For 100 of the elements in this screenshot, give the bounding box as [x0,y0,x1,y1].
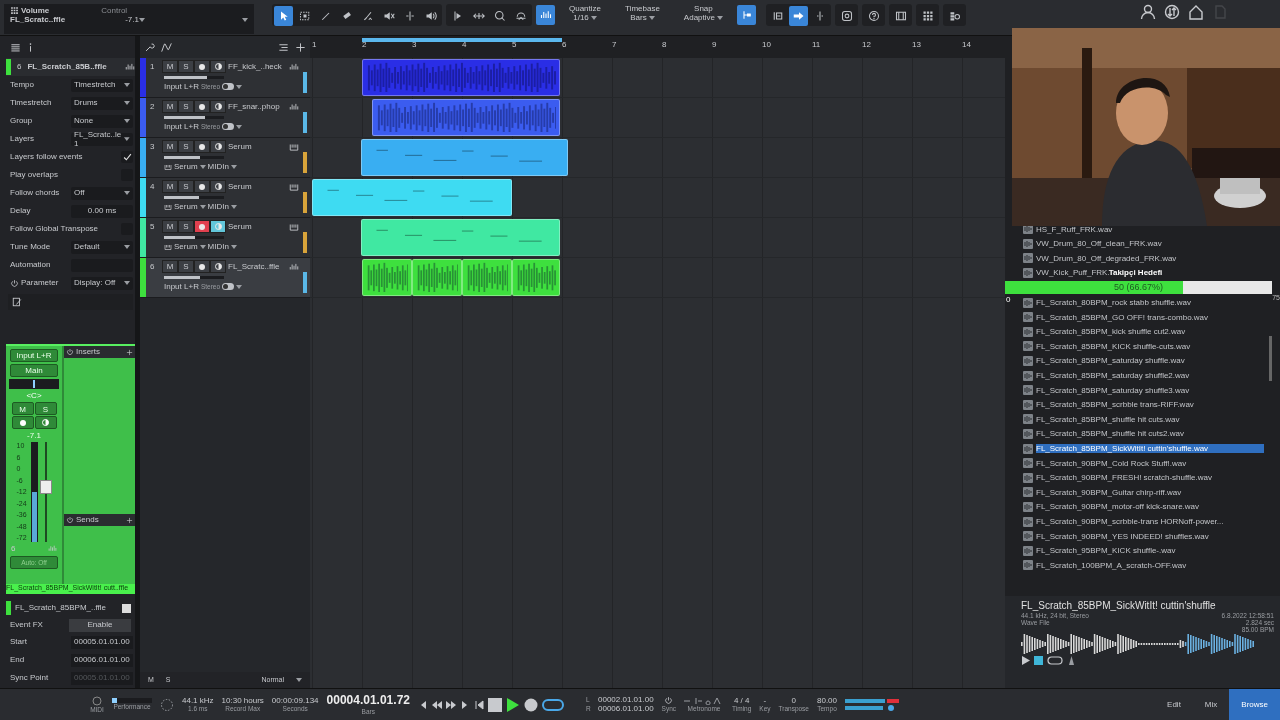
track-name[interactable]: FF_kick_..heck [228,61,287,72]
file-name[interactable]: HS_F_Ruff_FRK.wav [1036,224,1113,234]
power-icon[interactable] [664,696,674,706]
file-name[interactable]: FL_Scratch_85BPM_saturday shuffle.wav [1036,356,1185,366]
mute-button[interactable]: M [162,60,178,73]
track-header[interactable]: 3 M S Serum Serum MIDIn [140,138,310,178]
file-name[interactable]: FL_Scratch_90BPM_FRESH! scratch-shuffle.wav [1036,473,1212,483]
monitor-button[interactable] [210,180,226,193]
input-selector[interactable]: Input L+R [164,122,199,132]
select-dropdown[interactable]: Display: Off [71,276,133,290]
event-color-button[interactable] [122,603,131,613]
output-selector[interactable]: Main [10,364,58,377]
file-name[interactable]: FL_Scratch_90BPM_YES INDEED! shuffles.wav [1036,531,1209,541]
file-name[interactable]: FL_Scratch_85BPM_saturday shuffle2.wav [1036,371,1190,381]
monitor-button[interactable] [210,220,226,233]
file-name[interactable]: FL_Scratch_90BPM_Guitar chirp-riff.wav [1036,487,1182,497]
snap-toggle[interactable] [737,5,756,25]
audio-clip[interactable] [362,259,412,296]
file-name[interactable]: FL_Scratch_95BPM_KICK shuffle-.wav [1036,546,1176,556]
user-icon[interactable] [1140,4,1156,20]
input-selector[interactable]: Input L+R [164,82,199,92]
file-name[interactable]: FL_Scratch_85BPM_KICK shuffle-cuts.wav [1036,341,1191,352]
snap-dropdown[interactable]: Adaptive [683,13,715,23]
track-name[interactable]: Serum [228,181,287,192]
select-dropdown[interactable]: FL_Scratc..le 1 [71,132,133,146]
fader-handle[interactable] [39,480,52,495]
play-icon[interactable] [1021,655,1030,665]
input-field[interactable]: 0.00 ms [71,204,133,218]
timebase-dropdown[interactable]: Bars [630,13,647,23]
file-name[interactable]: FL_Scratch_85BPM_shuffle hit cuts.wav [1036,414,1180,424]
pan-slider[interactable] [9,379,59,389]
file-name[interactable]: FL_Scratch_90BPM_scrbble-trans HORNoff-power... [1036,517,1224,527]
file-name[interactable]: FL_Scratch_85BPM_shuffle hit cuts2.wav [1036,429,1184,439]
left-locator[interactable]: 00002.01.01.00 [598,695,654,705]
sync-icon[interactable] [1164,4,1180,20]
monitor-button[interactable] [210,100,226,113]
plus-icon[interactable] [126,348,133,356]
checkbox[interactable] [121,151,133,163]
midi-input-selector[interactable]: MIDIn [207,202,229,212]
file-name[interactable]: FL_Scratch_85BPM_scrbble trans-RIFF.wav [1036,400,1194,410]
record-button[interactable] [194,180,210,193]
monitor-button[interactable] [34,416,57,430]
metronome-icon[interactable] [1067,655,1076,665]
time-field[interactable]: 00006.01.01.00 [71,653,133,667]
menu-icon[interactable] [10,41,21,53]
instrument-selector[interactable]: Serum [174,202,198,212]
plus-icon[interactable] [126,516,133,524]
home-icon[interactable] [1188,4,1204,20]
select-dropdown[interactable]: Off [71,186,133,200]
play-icon[interactable] [506,697,520,712]
right-locator[interactable]: 00006.01.01.00 [598,704,654,714]
input-selector[interactable]: Input L+R [10,349,58,362]
view-tab[interactable]: Browse [1229,688,1280,720]
record-button[interactable] [194,260,210,273]
select-dropdown[interactable]: None [71,114,133,128]
solo-button[interactable]: S [178,180,194,193]
record-button[interactable] [194,60,210,73]
monitor-button[interactable] [210,60,226,73]
note-edit-icon[interactable] [12,297,22,307]
enable-button[interactable]: Enable [69,618,131,632]
view-tab[interactable]: Mix [1192,688,1230,720]
monitor-button[interactable] [210,260,226,273]
audio-clip[interactable] [512,259,560,296]
power-icon[interactable] [10,278,19,288]
input-selector[interactable]: Input L+R [164,282,199,292]
record-icon[interactable] [524,697,538,712]
file-name[interactable]: VW_Kick_Puff_FRK. [1036,268,1110,278]
select-dropdown[interactable]: Timestretch [71,78,133,92]
midi-input-selector[interactable]: MIDIn [207,242,229,252]
audio-clip[interactable] [412,259,462,296]
track-name[interactable]: Serum [228,221,287,232]
solo-button[interactable]: S [34,402,57,416]
value-readout[interactable]: -7.1 [125,15,139,25]
monitor-button[interactable] [210,140,226,153]
automation-icon[interactable] [161,41,172,53]
mute-button[interactable]: M [162,260,178,273]
record-button[interactable] [194,100,210,113]
record-button[interactable] [11,416,34,430]
mute-button[interactable]: M [11,402,34,416]
stop-icon[interactable] [488,697,502,712]
tool-button[interactable] [274,5,293,26]
scrollbar-thumb[interactable] [1269,336,1272,381]
go-to-start-icon[interactable] [474,699,484,710]
power-icon[interactable] [66,348,74,356]
record-button[interactable] [194,140,210,153]
track-name[interactable]: Serum [228,141,287,152]
track-name[interactable]: FF_snar..phop [228,101,287,112]
quantize-dropdown[interactable]: 1/16 [573,13,589,23]
midi-clip[interactable] [361,139,568,176]
fast-forward-icon[interactable] [446,699,456,710]
loop-icon[interactable] [1047,655,1063,665]
file-name[interactable]: FL_Scratch_100BPM_A_scratch-OFF.wav [1036,560,1187,570]
solo-button[interactable]: S [178,60,194,73]
toggle-switch[interactable] [222,283,235,291]
select-dropdown[interactable]: Default [71,240,133,254]
solo-button[interactable]: S [178,140,194,153]
plus-icon[interactable] [295,41,306,53]
view-tab[interactable]: Edit [1155,688,1193,720]
file-name[interactable]: FL_Scratch_85BPM_SickWitIt! cuttin'shuffle.wav [1036,444,1264,454]
file-name[interactable]: VW_Drum_80_Off_clean_FRK.wav [1036,239,1162,249]
